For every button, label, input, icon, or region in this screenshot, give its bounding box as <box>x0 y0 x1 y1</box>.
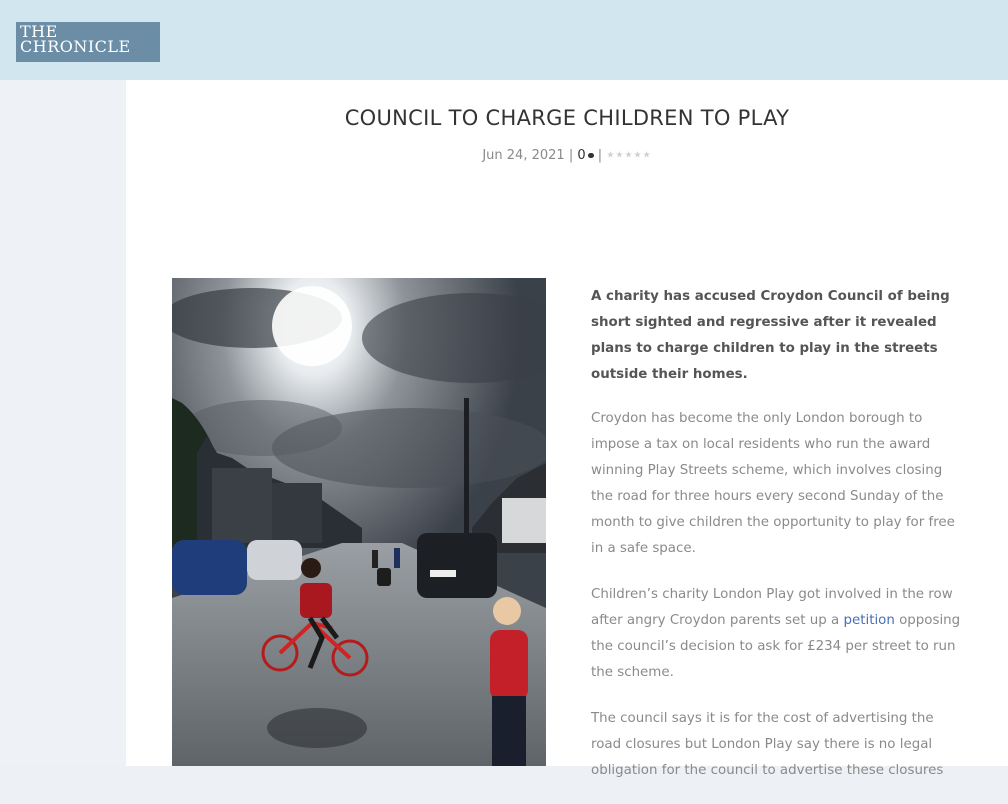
logo-line-2: CHRONICLE <box>20 37 131 56</box>
publish-date: Jun 24, 2021 <box>482 148 565 163</box>
meta-separator: | <box>568 148 574 163</box>
paragraph-2: Children’s charity London Play got invol… <box>591 582 961 686</box>
paragraph-1: Croydon has become the only London borou… <box>591 411 955 556</box>
article-photo <box>172 278 546 766</box>
comment-count: 0 <box>577 148 586 163</box>
article-body: A charity has accused Croydon Council of… <box>591 284 961 804</box>
comment-bubble-icon <box>587 153 594 158</box>
meta-separator-2: | <box>597 148 603 163</box>
comment-count-link[interactable]: 0 <box>577 148 594 163</box>
site-logo[interactable]: THE CHRONICLE <box>16 22 160 62</box>
site-header: THE CHRONICLE <box>0 0 1008 80</box>
left-margin <box>0 80 126 766</box>
lead-paragraph: A charity has accused Croydon Council of… <box>591 289 950 382</box>
petition-link[interactable]: petition <box>843 613 894 628</box>
article-title: COUNCIL TO CHARGE CHILDREN TO PLAY <box>344 106 790 130</box>
star-rating-icon[interactable]: ★★★★★ <box>606 151 651 161</box>
paragraph-3: The council says it is for the cost of a… <box>591 711 944 778</box>
article-meta: Jun 24, 2021 | 0 | ★★★★★ <box>126 148 1008 163</box>
article: COUNCIL TO CHARGE CHILDREN TO PLAY Jun 2… <box>126 80 1008 778</box>
